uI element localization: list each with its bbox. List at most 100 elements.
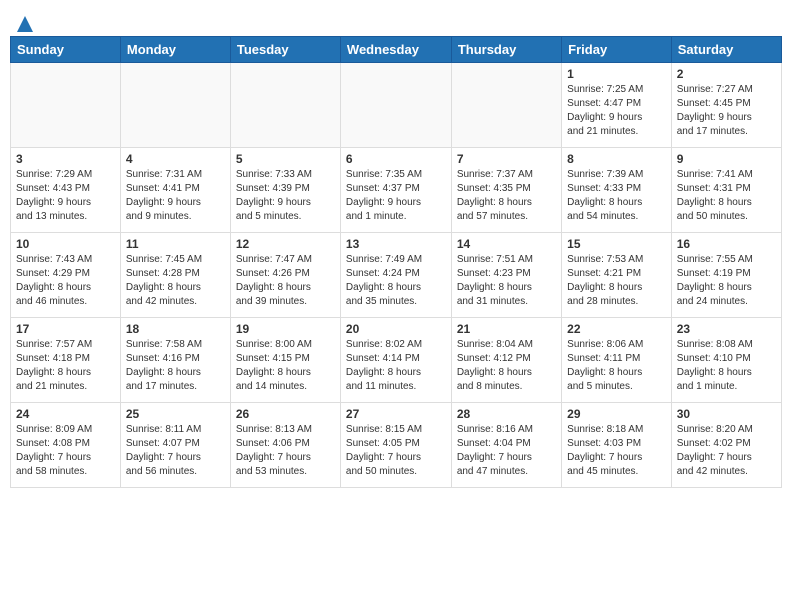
day-number: 28 — [457, 407, 556, 421]
calendar-cell: 20 Sunrise: 8:02 AM Sunset: 4:14 PM Dayli… — [340, 318, 451, 403]
day-info: Sunrise: 7:27 AM Sunset: 4:45 PM Dayligh… — [677, 83, 776, 139]
calendar-cell: 15 Sunrise: 7:53 AM Sunset: 4:21 PM Dayli… — [562, 233, 672, 318]
day-number: 6 — [346, 152, 446, 166]
day-number: 12 — [236, 237, 335, 251]
calendar-cell: 17 Sunrise: 7:57 AM Sunset: 4:18 PM Dayli… — [11, 318, 121, 403]
logo — [14, 10, 35, 30]
day-number: 4 — [126, 152, 225, 166]
day-info: Sunrise: 8:08 AM Sunset: 4:10 PM Dayligh… — [677, 338, 776, 394]
calendar-table: SundayMondayTuesdayWednesdayThursdayFrid… — [10, 36, 782, 488]
day-info: Sunrise: 7:57 AM Sunset: 4:18 PM Dayligh… — [16, 338, 115, 394]
day-number: 8 — [567, 152, 666, 166]
day-info: Sunrise: 8:06 AM Sunset: 4:11 PM Dayligh… — [567, 338, 666, 394]
day-number: 15 — [567, 237, 666, 251]
day-info: Sunrise: 7:58 AM Sunset: 4:16 PM Dayligh… — [126, 338, 225, 394]
day-number: 19 — [236, 322, 335, 336]
day-info: Sunrise: 8:18 AM Sunset: 4:03 PM Dayligh… — [567, 423, 666, 479]
day-number: 14 — [457, 237, 556, 251]
day-info: Sunrise: 7:55 AM Sunset: 4:19 PM Dayligh… — [677, 253, 776, 309]
day-info: Sunrise: 7:43 AM Sunset: 4:29 PM Dayligh… — [16, 253, 115, 309]
day-info: Sunrise: 7:35 AM Sunset: 4:37 PM Dayligh… — [346, 168, 446, 224]
calendar-cell: 6 Sunrise: 7:35 AM Sunset: 4:37 PM Daylig… — [340, 148, 451, 233]
day-number: 27 — [346, 407, 446, 421]
day-number: 29 — [567, 407, 666, 421]
day-info: Sunrise: 7:47 AM Sunset: 4:26 PM Dayligh… — [236, 253, 335, 309]
col-header-monday: Monday — [120, 37, 230, 63]
day-number: 22 — [567, 322, 666, 336]
calendar-cell: 28 Sunrise: 8:16 AM Sunset: 4:04 PM Dayli… — [451, 403, 561, 488]
calendar-cell: 22 Sunrise: 8:06 AM Sunset: 4:11 PM Dayli… — [562, 318, 672, 403]
day-info: Sunrise: 7:29 AM Sunset: 4:43 PM Dayligh… — [16, 168, 115, 224]
day-info: Sunrise: 7:49 AM Sunset: 4:24 PM Dayligh… — [346, 253, 446, 309]
calendar-cell: 12 Sunrise: 7:47 AM Sunset: 4:26 PM Dayli… — [230, 233, 340, 318]
calendar-cell — [451, 63, 561, 148]
calendar-cell — [11, 63, 121, 148]
col-header-sunday: Sunday — [11, 37, 121, 63]
calendar-cell — [340, 63, 451, 148]
day-number: 1 — [567, 67, 666, 81]
day-info: Sunrise: 7:31 AM Sunset: 4:41 PM Dayligh… — [126, 168, 225, 224]
day-info: Sunrise: 8:11 AM Sunset: 4:07 PM Dayligh… — [126, 423, 225, 479]
day-number: 26 — [236, 407, 335, 421]
day-number: 9 — [677, 152, 776, 166]
day-info: Sunrise: 7:37 AM Sunset: 4:35 PM Dayligh… — [457, 168, 556, 224]
calendar-cell: 18 Sunrise: 7:58 AM Sunset: 4:16 PM Dayli… — [120, 318, 230, 403]
day-number: 20 — [346, 322, 446, 336]
week-row-5: 24 Sunrise: 8:09 AM Sunset: 4:08 PM Dayli… — [11, 403, 782, 488]
calendar-cell: 5Sunrise: 7:33 AM Sunset: 4:39 PM Daylig… — [230, 148, 340, 233]
day-number: 10 — [16, 237, 115, 251]
day-number: 24 — [16, 407, 115, 421]
calendar-cell: 26 Sunrise: 8:13 AM Sunset: 4:06 PM Dayli… — [230, 403, 340, 488]
calendar-header-row: SundayMondayTuesdayWednesdayThursdayFrid… — [11, 37, 782, 63]
calendar-cell: 30Sunrise: 8:20 AM Sunset: 4:02 PM Dayli… — [671, 403, 781, 488]
logo-icon — [15, 14, 35, 34]
calendar-cell: 19 Sunrise: 8:00 AM Sunset: 4:15 PM Dayli… — [230, 318, 340, 403]
day-info: Sunrise: 7:39 AM Sunset: 4:33 PM Dayligh… — [567, 168, 666, 224]
day-number: 18 — [126, 322, 225, 336]
day-info: Sunrise: 8:02 AM Sunset: 4:14 PM Dayligh… — [346, 338, 446, 394]
day-info: Sunrise: 8:09 AM Sunset: 4:08 PM Dayligh… — [16, 423, 115, 479]
day-number: 16 — [677, 237, 776, 251]
calendar-cell: 21 Sunrise: 8:04 AM Sunset: 4:12 PM Dayli… — [451, 318, 561, 403]
day-number: 23 — [677, 322, 776, 336]
day-info: Sunrise: 8:04 AM Sunset: 4:12 PM Dayligh… — [457, 338, 556, 394]
calendar-cell: 2Sunrise: 7:27 AM Sunset: 4:45 PM Daylig… — [671, 63, 781, 148]
day-info: Sunrise: 7:53 AM Sunset: 4:21 PM Dayligh… — [567, 253, 666, 309]
day-info: Sunrise: 7:25 AM Sunset: 4:47 PM Dayligh… — [567, 83, 666, 139]
day-number: 17 — [16, 322, 115, 336]
calendar-cell: 14 Sunrise: 7:51 AM Sunset: 4:23 PM Dayli… — [451, 233, 561, 318]
day-info: Sunrise: 8:15 AM Sunset: 4:05 PM Dayligh… — [346, 423, 446, 479]
col-header-thursday: Thursday — [451, 37, 561, 63]
day-info: Sunrise: 8:13 AM Sunset: 4:06 PM Dayligh… — [236, 423, 335, 479]
page-header — [10, 10, 782, 30]
day-info: Sunrise: 8:00 AM Sunset: 4:15 PM Dayligh… — [236, 338, 335, 394]
calendar-cell: 25 Sunrise: 8:11 AM Sunset: 4:07 PM Dayli… — [120, 403, 230, 488]
col-header-friday: Friday — [562, 37, 672, 63]
week-row-2: 3Sunrise: 7:29 AM Sunset: 4:43 PM Daylig… — [11, 148, 782, 233]
week-row-3: 10 Sunrise: 7:43 AM Sunset: 4:29 PM Dayli… — [11, 233, 782, 318]
calendar-cell: 8 Sunrise: 7:39 AM Sunset: 4:33 PM Daylig… — [562, 148, 672, 233]
day-info: Sunrise: 7:51 AM Sunset: 4:23 PM Dayligh… — [457, 253, 556, 309]
col-header-saturday: Saturday — [671, 37, 781, 63]
calendar-cell: 27 Sunrise: 8:15 AM Sunset: 4:05 PM Dayli… — [340, 403, 451, 488]
calendar-cell — [120, 63, 230, 148]
day-number: 25 — [126, 407, 225, 421]
calendar-cell: 4 Sunrise: 7:31 AM Sunset: 4:41 PM Daylig… — [120, 148, 230, 233]
calendar-cell: 24 Sunrise: 8:09 AM Sunset: 4:08 PM Dayli… — [11, 403, 121, 488]
day-info: Sunrise: 7:41 AM Sunset: 4:31 PM Dayligh… — [677, 168, 776, 224]
day-info: Sunrise: 8:16 AM Sunset: 4:04 PM Dayligh… — [457, 423, 556, 479]
day-number: 30 — [677, 407, 776, 421]
day-number: 5 — [236, 152, 335, 166]
week-row-1: 1 Sunrise: 7:25 AM Sunset: 4:47 PM Daylig… — [11, 63, 782, 148]
day-number: 13 — [346, 237, 446, 251]
calendar-cell: 3Sunrise: 7:29 AM Sunset: 4:43 PM Daylig… — [11, 148, 121, 233]
calendar-cell: 10 Sunrise: 7:43 AM Sunset: 4:29 PM Dayli… — [11, 233, 121, 318]
day-number: 21 — [457, 322, 556, 336]
calendar-cell: 29 Sunrise: 8:18 AM Sunset: 4:03 PM Dayli… — [562, 403, 672, 488]
day-number: 7 — [457, 152, 556, 166]
week-row-4: 17 Sunrise: 7:57 AM Sunset: 4:18 PM Dayli… — [11, 318, 782, 403]
col-header-tuesday: Tuesday — [230, 37, 340, 63]
calendar-cell: 16 Sunrise: 7:55 AM Sunset: 4:19 PM Dayli… — [671, 233, 781, 318]
calendar-cell: 9 Sunrise: 7:41 AM Sunset: 4:31 PM Daylig… — [671, 148, 781, 233]
calendar-cell: 1 Sunrise: 7:25 AM Sunset: 4:47 PM Daylig… — [562, 63, 672, 148]
